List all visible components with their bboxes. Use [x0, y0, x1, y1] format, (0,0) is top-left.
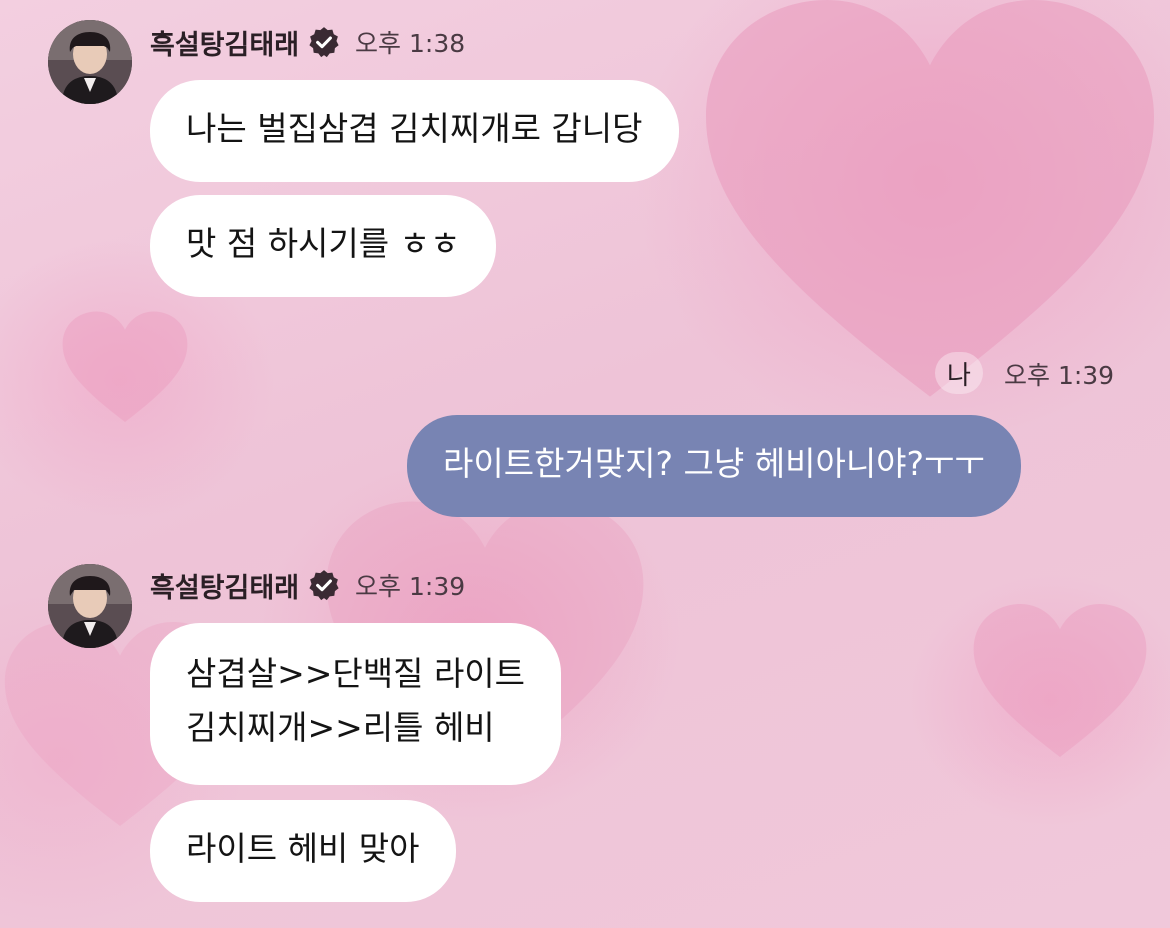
message-text: 라이트 헤비 맞아: [186, 829, 420, 868]
sender-name[interactable]: 흑설탕김태래: [150, 566, 299, 605]
message-bubble[interactable]: 나는 벌집삼겹 김치찌개로 갑니당: [150, 80, 679, 182]
sender-avatar[interactable]: [48, 564, 132, 648]
my-message-text: 라이트한거맞지? 그냥 헤비아니야?ㅜㅜ: [443, 444, 985, 483]
me-label: 나: [935, 352, 983, 394]
message-text-line: 김치찌개>>리틀 헤비: [186, 708, 495, 747]
message-time: 오후 1:38: [355, 29, 466, 58]
message-bubble[interactable]: 맛 점 하시기를 ㅎㅎ: [150, 195, 497, 297]
verified-badge-icon: [309, 27, 339, 58]
sender-header: 흑설탕김태래 오후 1:39: [150, 565, 465, 605]
sender-name[interactable]: 흑설탕김태래: [150, 23, 299, 62]
profile-avatar-image: [48, 20, 132, 104]
profile-avatar-image: [48, 564, 132, 648]
message-bubble[interactable]: 삼겹살>>단백질 라이트 김치찌개>>리틀 헤비: [150, 623, 562, 785]
message-time: 오후 1:39: [355, 572, 466, 601]
message-text: 맛 점 하시기를 ㅎㅎ: [186, 224, 461, 263]
verified-badge-icon: [309, 570, 339, 601]
message-bubble[interactable]: 라이트 헤비 맞아: [150, 800, 456, 902]
sender-avatar[interactable]: [48, 20, 132, 104]
sender-header: 흑설탕김태래 오후 1:38: [150, 22, 465, 62]
background-heart-right: [973, 604, 1147, 757]
my-message-bubble[interactable]: 라이트한거맞지? 그냥 헤비아니야?ㅜㅜ: [407, 415, 1021, 517]
my-message-time: 오후 1:39: [1004, 361, 1115, 390]
message-text: 나는 벌집삼겹 김치찌개로 갑니당: [186, 109, 643, 148]
message-text-line: 삼겹살>>단백질 라이트: [186, 654, 526, 693]
background-heart-small-left: [62, 311, 188, 422]
